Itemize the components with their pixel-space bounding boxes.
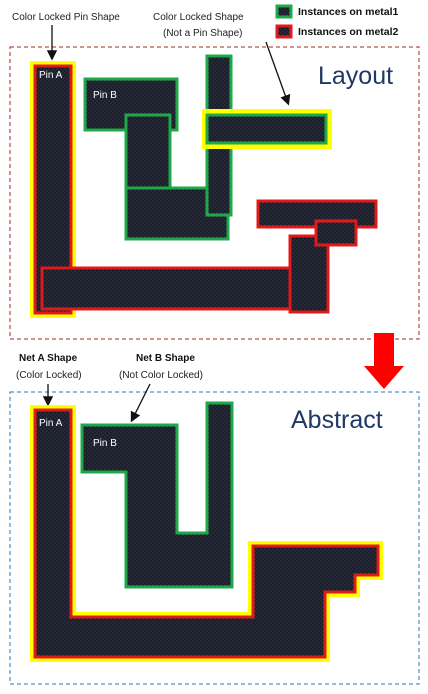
metal2-legend-label: Instances on metal2 bbox=[298, 26, 399, 38]
net-a-annotation-line2: (Color Locked) bbox=[16, 370, 82, 381]
net-a-annotation-line1: Net A Shape bbox=[19, 353, 78, 364]
layout-pin-a-label: Pin A bbox=[39, 70, 63, 81]
net-a-bottom-bar bbox=[40, 266, 314, 311]
legend: Instances on metal1 Instances on metal2 bbox=[275, 4, 399, 39]
metal1-legend-label: Instances on metal1 bbox=[298, 6, 399, 18]
net-b-merged-shape bbox=[80, 401, 234, 589]
pin-shape-annotation: Color Locked Pin Shape bbox=[12, 12, 120, 23]
layout-pin-b-label: Pin B bbox=[93, 90, 117, 101]
net-a-right-stub bbox=[288, 234, 330, 314]
color-locked-shape bbox=[205, 113, 328, 145]
transform-arrow bbox=[364, 333, 404, 389]
diagram-canvas: Instances on metal1 Instances on metal2 … bbox=[0, 0, 428, 689]
red-arrow-head bbox=[364, 366, 404, 389]
metal2-legend-swatch bbox=[275, 24, 293, 39]
layout-section: Color Locked Pin Shape Color Locked Shap… bbox=[9, 12, 420, 340]
abstract-pin-b-label: Pin B bbox=[93, 438, 117, 449]
abstract-title: Abstract bbox=[291, 406, 383, 434]
net-b-annotation-line1: Net B Shape bbox=[136, 353, 195, 364]
net-b-vertical bbox=[124, 113, 172, 195]
red-arrow-shaft bbox=[374, 333, 394, 367]
locked-shape-annotation-line2: (Not a Pin Shape) bbox=[163, 28, 243, 39]
net-b-annotation-line2: (Not Color Locked) bbox=[119, 370, 203, 381]
locked-shape-annotation-line1: Color Locked Shape bbox=[153, 12, 244, 23]
net-b-annotation-arrow bbox=[130, 383, 151, 423]
abstract-pin-a-label: Pin A bbox=[39, 418, 63, 429]
metal2-right-tab bbox=[314, 219, 358, 247]
layout-title: Layout bbox=[318, 62, 393, 90]
abstract-section: Net A Shape (Color Locked) Net B Shape (… bbox=[9, 353, 420, 685]
diagram-svg: Instances on metal1 Instances on metal2 … bbox=[9, 4, 420, 685]
metal1-legend-swatch bbox=[275, 4, 293, 19]
locked-shape-arrow bbox=[265, 41, 291, 106]
